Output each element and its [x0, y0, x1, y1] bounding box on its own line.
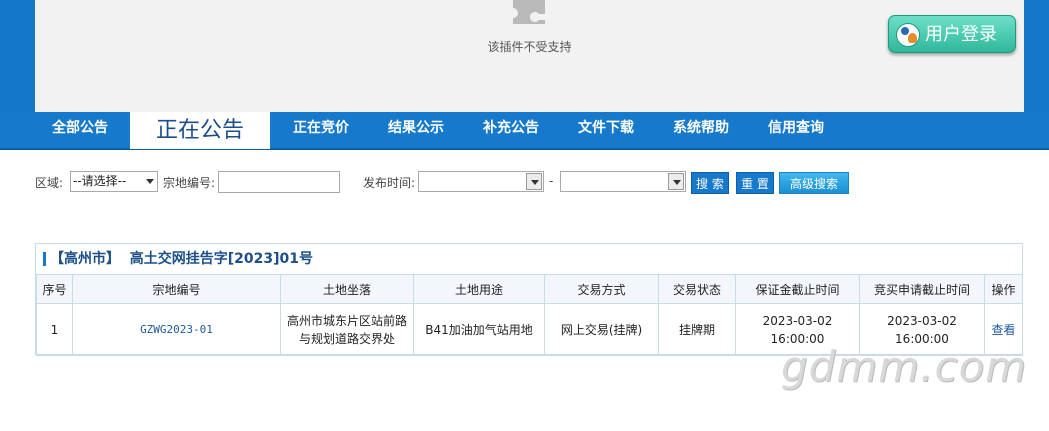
nav-item-current-notices[interactable]: 正在公告 [130, 112, 270, 149]
region-select[interactable]: --请选择-- [70, 171, 158, 192]
col-header-deposit-deadline: 保证金截止时间 [735, 274, 860, 304]
dropdown-arrow-icon[interactable] [668, 173, 684, 190]
nav-item-bidding[interactable]: 正在竞价 [277, 112, 365, 148]
date-to-select[interactable] [560, 171, 686, 192]
nav-item-help[interactable]: 系统帮助 [656, 112, 746, 148]
region-label: 区域: [35, 176, 64, 190]
nav-item-credit[interactable]: 信用查询 [751, 112, 841, 148]
notice-title-text: 【高州市】 高土交网挂告字[2023]01号 [50, 244, 313, 274]
col-header-action: 操作 [984, 274, 1023, 304]
nav-item-all-notices[interactable]: 全部公告 [35, 112, 125, 148]
parcel-code-link[interactable]: GZWG2023-01 [140, 323, 213, 336]
table-header-row: 序号 宗地编号 土地坐落 土地用途 交易方式 交易状态 保证金截止时间 竞买申请… [36, 274, 1023, 304]
puzzle-piece-icon [513, 0, 545, 24]
col-header-status: 交易状态 [658, 274, 736, 304]
users-avatar-icon [896, 23, 920, 47]
location-line1: 高州市城东片区站前路 [286, 313, 407, 328]
location-line2: 与规划道路交界处 [298, 331, 395, 346]
col-header-seq: 序号 [36, 274, 73, 304]
advanced-search-button[interactable]: 高级搜索 [779, 172, 849, 194]
dropdown-arrow-icon[interactable] [526, 173, 542, 190]
chevron-down-icon [146, 179, 154, 184]
nav-item-downloads[interactable]: 文件下载 [561, 112, 651, 148]
banner-left-strip [0, 0, 35, 112]
date-separator: - [549, 174, 554, 188]
publish-date-label: 发布时间: [363, 176, 416, 190]
plugin-placeholder: 该插件不受支持 [35, 0, 1024, 112]
notice-panel: 【高州市】 高土交网挂告字[2023]01号 序号 宗地编号 土地坐落 土地用途… [35, 243, 1023, 356]
main-nav: 全部公告 正在公告 正在竞价 结果公示 补充公告 文件下载 系统帮助 信用查询 [0, 112, 1049, 150]
search-button[interactable]: 搜 索 [691, 172, 729, 194]
col-header-code: 宗地编号 [72, 274, 281, 304]
watermark: gdmm.com [781, 342, 1028, 391]
search-bar: 区域: --请选择-- 宗地编号: 发布时间: - 搜 索 重 置 高级搜索 [0, 170, 1049, 196]
user-login-button[interactable]: 用户登录 [888, 15, 1016, 53]
col-header-apply-deadline: 竞买申请截止时间 [859, 274, 985, 304]
plugin-message: 该插件不受支持 [487, 40, 572, 54]
cell-location: 高州市城东片区站前路 与规划道路交界处 [280, 303, 414, 356]
date-from-select[interactable] [418, 171, 544, 192]
col-header-usage: 土地用途 [413, 274, 545, 304]
cell-seq: 1 [36, 303, 73, 356]
reset-button[interactable]: 重 置 [736, 172, 774, 194]
view-link[interactable]: 查看 [991, 323, 1015, 337]
cell-usage: B41加油加气站用地 [413, 303, 545, 356]
banner-right-strip [1024, 0, 1049, 112]
cell-status: 挂牌期 [658, 303, 736, 356]
notice-title[interactable]: 【高州市】 高土交网挂告字[2023]01号 [36, 244, 1022, 274]
cell-code: GZWG2023-01 [72, 303, 281, 356]
notice-region: 【高州市】 [50, 251, 120, 267]
title-marker [43, 252, 46, 266]
cell-method: 网上交易(挂牌) [544, 303, 659, 356]
notice-number: 高土交网挂告字[2023]01号 [129, 251, 313, 267]
user-login-label: 用户登录 [925, 24, 997, 45]
region-select-value: --请选择-- [73, 174, 127, 188]
parcel-code-label: 宗地编号: [163, 176, 216, 190]
nav-item-results[interactable]: 结果公示 [371, 112, 461, 148]
nav-item-supplement[interactable]: 补充公告 [466, 112, 556, 148]
col-header-method: 交易方式 [544, 274, 659, 304]
parcel-code-input[interactable] [218, 171, 340, 193]
col-header-location: 土地坐落 [280, 274, 414, 304]
